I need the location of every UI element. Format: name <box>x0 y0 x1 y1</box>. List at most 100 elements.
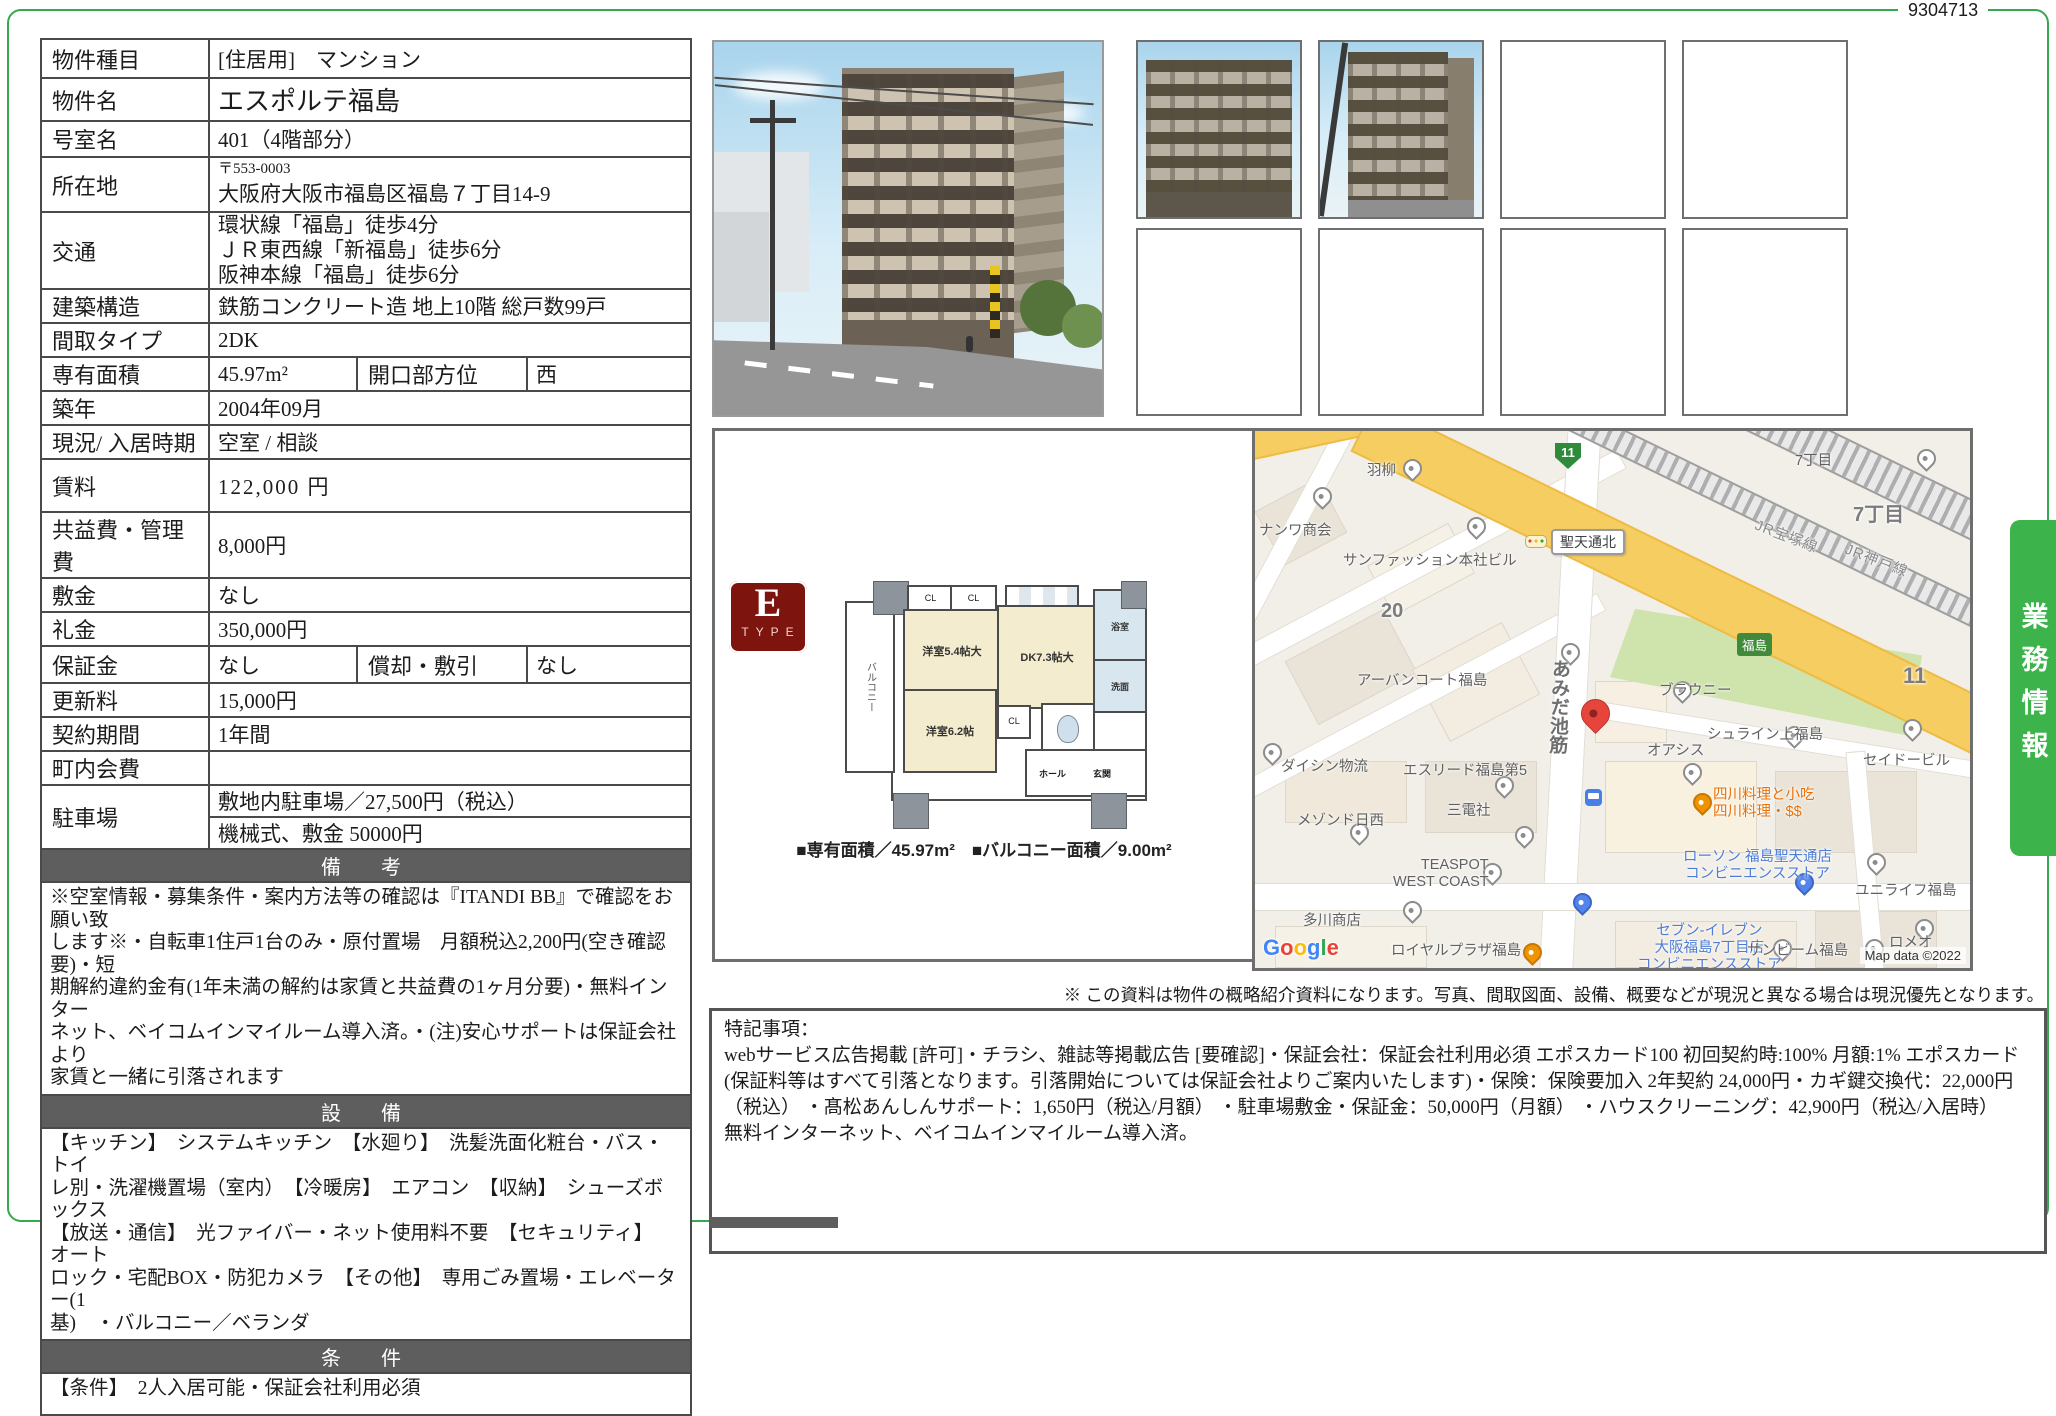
traffic-light-icon <box>1525 535 1547 548</box>
hall-label: ホール <box>1039 767 1066 780</box>
restaurant-label: 四川料理と小吃 四川料理・$$ <box>1713 787 1815 821</box>
building-base <box>1146 192 1292 217</box>
dining-kitchen: DK7.3帖大 <box>997 605 1097 709</box>
map-label: シュライン上福島 <box>1707 727 1823 744</box>
row-label: 物件種目 <box>41 39 209 78</box>
row-structure: 建築構造 鉄筋コンクリート造 地上10階 総戸数99戸 <box>41 289 691 323</box>
google-logo-letter: o <box>1280 935 1293 960</box>
row-value-2: 西 <box>527 357 691 391</box>
row-value: なし <box>209 578 691 612</box>
disclaimer-text: ※ この資料は物件の概略紹介資料になります。写真、間取図面、設備、概要などが現況… <box>1064 982 2044 1007</box>
balcony-label: バルコニー <box>863 662 878 712</box>
remarks-header: 備 考 <box>41 849 691 882</box>
row-label: 所在地 <box>41 157 209 212</box>
row-label-2: 償却・敷引 <box>357 646 527 683</box>
row-label: 間取タイプ <box>41 323 209 357</box>
business-info-tab[interactable]: 業務情報 <box>2010 520 2056 856</box>
thumbnail-placeholder-5 <box>1500 228 1666 416</box>
bus-stop-icon <box>1585 789 1602 806</box>
pillar <box>893 793 929 829</box>
convenience-store-label: ローソン 福島聖天通店 コンビニエンスストア <box>1683 849 1832 883</box>
row-value: エスポルテ福島 <box>209 78 691 121</box>
row-value: 401（4階部分） <box>209 121 691 157</box>
row-label: 契約期間 <box>41 717 209 751</box>
row-property-name: 物件名 エスポルテ福島 <box>41 78 691 121</box>
floorplan-type-badge: E TYPE <box>729 581 807 653</box>
google-logo: Google <box>1263 935 1339 961</box>
row-contract-term: 契約期間 1年間 <box>41 717 691 751</box>
conditions-row: 【条件】 2人入居可能・保証会社利用必須 <box>41 1373 691 1415</box>
business-info-tab-label: 業務情報 <box>2014 602 2053 774</box>
row-value: [住居用] マンション <box>209 39 691 78</box>
toilet-room <box>1041 703 1095 753</box>
row-value: 8,000円 <box>209 512 691 578</box>
row-label: 礼金 <box>41 612 209 646</box>
special-notes-text: 特記事項： webサービス広告掲載 [許可]・チラシ、雑誌等掲載広告 [要確認]… <box>712 1011 2044 1153</box>
row-layout-type: 間取タイプ 2DK <box>41 323 691 357</box>
row-town-fee: 町内会費 <box>41 751 691 785</box>
map-label: 多川商店 <box>1303 913 1361 930</box>
equipment-header: 設 備 <box>41 1095 691 1128</box>
row-value-2: なし <box>527 646 691 683</box>
map-label: ダイシン物流 <box>1281 759 1368 776</box>
type-sub-label: TYPE <box>735 625 807 639</box>
row-label: 敷金 <box>41 578 209 612</box>
special-notes-panel: 特記事項： webサービス広告掲載 [許可]・チラシ、雑誌等掲載広告 [要確認]… <box>709 1008 2047 1254</box>
map-label: TEASPOT WEST COAST <box>1393 857 1489 891</box>
floorplan-caption: ■専有面積／45.97m² ■バルコニー面積／9.00m² <box>715 836 1253 861</box>
row-address: 所在地 〒553-0003 大阪府大阪市福島区福島７丁目14-9 <box>41 157 691 212</box>
thumbnail-photo-2 <box>1318 40 1484 219</box>
map-label: 20 <box>1381 603 1403 620</box>
washroom: 洗面 <box>1093 659 1147 713</box>
thumbnail-placeholder-6 <box>1682 228 1848 416</box>
address-text: 大阪府大阪市福島区福島７丁目14-9 <box>218 182 551 206</box>
tree <box>1062 304 1104 348</box>
balcony: バルコニー <box>845 601 895 773</box>
map-label: セイドービル <box>1863 753 1950 770</box>
row-label: 共益費・管理費 <box>41 512 209 578</box>
thumbnail-photo-1 <box>1136 40 1302 219</box>
map-label: ロイヤルプラザ福島 <box>1391 943 1521 960</box>
equipment-text: 【キッチン】 システムキッチン 【水廻り】 洗髪洗面化粧台・バス・トイ レ別・洗… <box>41 1128 691 1341</box>
floorplan-drawing: バルコニー CL CL 洋室5.4帖大 DK7.3帖大 洋室6.2帖 浴室 洗面… <box>845 581 1145 839</box>
row-value: 2004年09月 <box>209 391 691 425</box>
row-parking: 駐車場 敷地内駐車場／27,500円（税込） <box>41 785 691 817</box>
map-label: エスリード福島第5 <box>1403 763 1527 780</box>
equipment-header-row: 設 備 <box>41 1095 691 1128</box>
row-built-year: 築年 2004年09月 <box>41 391 691 425</box>
utility-pole <box>770 100 775 350</box>
parking-value-2: 機械式、敷金 50000円 <box>209 817 691 849</box>
equipment-row: 【キッチン】 システムキッチン 【水廻り】 洗髪洗面化粧台・バス・トイ レ別・洗… <box>41 1128 691 1341</box>
row-rent: 賃料 122,000 円 <box>41 459 691 512</box>
map-label: 7丁目 <box>1853 507 1904 524</box>
row-value: 環状線「福島」徒歩4分 ＪＲ東西線「新福島」徒歩6分 阪神本線「福島」徒歩6分 <box>209 212 691 289</box>
floorplan-panel: E TYPE バルコニー CL CL 洋室5.4帖大 DK7.3帖大 洋室6.2… <box>712 428 1256 962</box>
toilet-icon <box>1057 715 1079 743</box>
thumbnail-placeholder-3 <box>1136 228 1302 416</box>
google-logo-letter: o <box>1294 935 1307 960</box>
map-label: アーバンコート福島 <box>1357 673 1487 690</box>
remarks-header-row: 備 考 <box>41 849 691 882</box>
row-value: 1年間 <box>209 717 691 751</box>
thumbnail-placeholder-4 <box>1318 228 1484 416</box>
building-closeup <box>1348 52 1448 202</box>
row-label: 更新料 <box>41 683 209 717</box>
row-value: 鉄筋コンクリート造 地上10階 総戸数99戸 <box>209 289 691 323</box>
background-building <box>714 212 769 322</box>
map-label: 羽柳 <box>1367 463 1396 480</box>
remarks-text: ※空室情報・募集条件・案内方法等の確認は『ITANDI BB』で確認をお願い致 … <box>41 882 691 1095</box>
row-renewal-fee: 更新料 15,000円 <box>41 683 691 717</box>
google-logo-letter: G <box>1263 935 1280 960</box>
pillar <box>1121 581 1147 609</box>
conditions-text: 【条件】 2人入居可能・保証会社利用必須 <box>41 1373 691 1415</box>
postal-code: 〒553-0003 <box>218 161 682 178</box>
striped-pole <box>990 266 1000 338</box>
building-closeup <box>1146 60 1292 200</box>
entrance-hall: ホール 玄関 <box>1025 749 1147 797</box>
conditions-header: 条 件 <box>41 1340 691 1373</box>
row-label: 建築構造 <box>41 289 209 323</box>
row-guarantee: 保証金 なし 償却・敷引 なし <box>41 646 691 683</box>
fukushima-station-badge: 福島 <box>1737 633 1772 656</box>
rent-value: 122,000 円 <box>209 459 691 512</box>
row-label: 号室名 <box>41 121 209 157</box>
